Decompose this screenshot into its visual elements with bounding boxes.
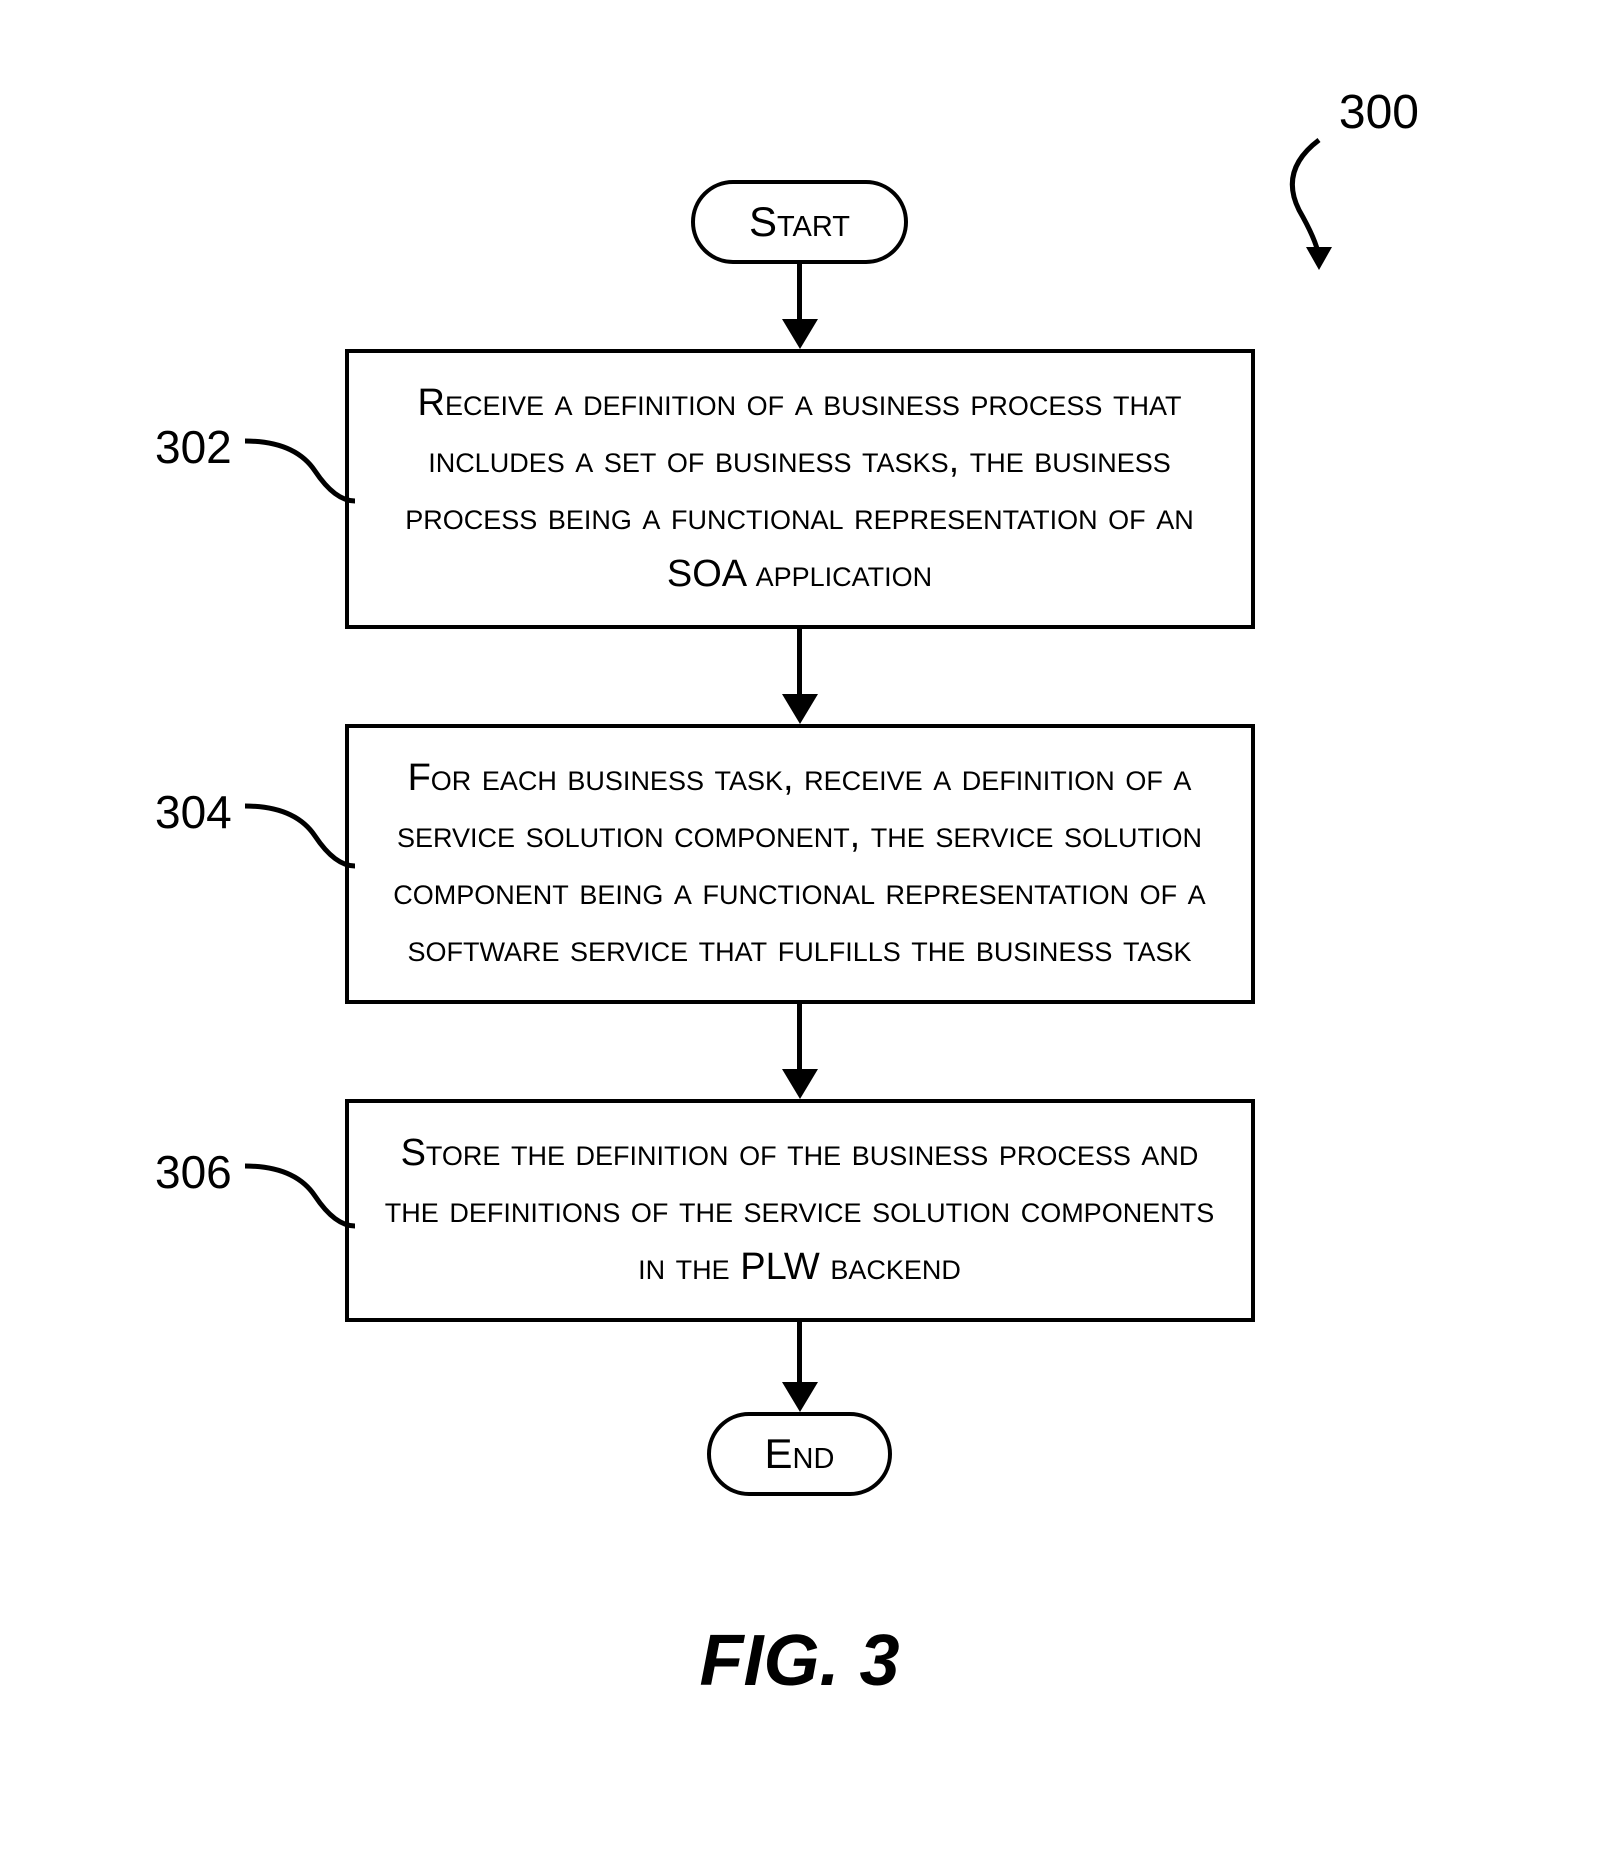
- process-step-306: Store the definition of the business pro…: [345, 1099, 1255, 1322]
- figure-caption: FIG. 3: [699, 1620, 899, 1702]
- end-terminal: End: [707, 1412, 893, 1496]
- process-step-304: For each business task, receive a defini…: [345, 724, 1255, 1004]
- connector-curve-icon: [240, 416, 360, 506]
- step-ref-304: 304: [155, 785, 232, 839]
- step-ref-302: 302: [155, 420, 232, 474]
- figure-reference-number: 300: [1339, 85, 1419, 140]
- arrow-icon: [782, 629, 818, 724]
- reference-arc-icon: [1274, 135, 1364, 275]
- process-step-302: Receive a definition of a business proce…: [345, 349, 1255, 629]
- arrow-icon: [782, 1004, 818, 1099]
- start-terminal: Start: [691, 180, 908, 264]
- flowchart-container: Start Receive a definition of a business…: [345, 180, 1255, 1496]
- arrow-icon: [782, 1322, 818, 1412]
- step-ref-306: 306: [155, 1145, 232, 1199]
- connector-curve-icon: [240, 1141, 360, 1231]
- connector-curve-icon: [240, 781, 360, 871]
- arrow-icon: [782, 264, 818, 349]
